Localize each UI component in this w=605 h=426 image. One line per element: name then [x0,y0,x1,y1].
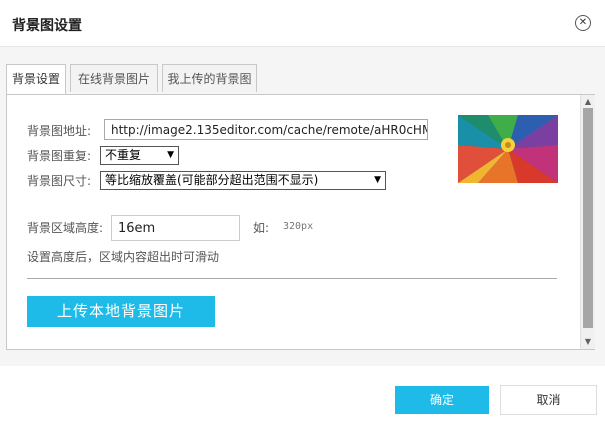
height-hint-prefix: 如: [253,221,270,235]
repeat-label: 背景图重复: [27,149,92,163]
repeat-select[interactable]: 不重复 ▼ [100,146,179,165]
divider [27,278,557,279]
dropdown-arrow-icon: ▼ [167,150,174,160]
scroll-up-arrow-icon[interactable]: ▲ [581,96,595,108]
repeat-select-value: 不重复 [105,148,142,162]
scroll-down-arrow-icon[interactable]: ▼ [581,336,595,348]
dialog-titlebar: 背景图设置 ✕ [0,0,605,47]
background-image-thumbnail [458,115,558,183]
background-url-input[interactable]: http://image2.135editor.com/cache/remote… [104,119,428,140]
scrollbar-thumb[interactable] [583,108,593,328]
area-height-input[interactable]: 16em [111,215,240,241]
overflow-note: 设置高度后，区域内容超出时可滑动 [27,250,220,264]
url-label: 背景图地址: [27,124,92,138]
settings-panel: 背景图地址: http://image2.135editor.com/cache… [6,94,595,350]
dialog-title: 背景图设置 [12,18,82,34]
vertical-scrollbar[interactable]: ▲ ▼ [580,95,595,349]
size-select[interactable]: 等比缩放覆盖(可能部分超出范围不显示) ▼ [100,171,386,190]
dropdown-arrow-icon: ▼ [374,175,381,185]
height-hint-example: 320px [283,221,314,232]
tab-background-settings[interactable]: 背景设置 [6,64,66,94]
dialog-footer: 确定 取消 [0,366,605,426]
upload-local-background-button[interactable]: 上传本地背景图片 [27,296,215,327]
close-icon[interactable]: ✕ [575,15,591,31]
tab-my-uploads[interactable]: 我上传的背景图 [162,64,257,92]
size-label: 背景图尺寸: [27,174,92,188]
confirm-button[interactable]: 确定 [395,386,489,414]
size-select-value: 等比缩放覆盖(可能部分超出范围不显示) [105,173,319,187]
tab-online-backgrounds[interactable]: 在线背景图片 [70,64,158,92]
dialog-body: 背景设置 在线背景图片 我上传的背景图 背景图地址: http://image2… [0,47,605,366]
height-label: 背景区域高度: [27,221,104,235]
cancel-button[interactable]: 取消 [500,385,597,415]
